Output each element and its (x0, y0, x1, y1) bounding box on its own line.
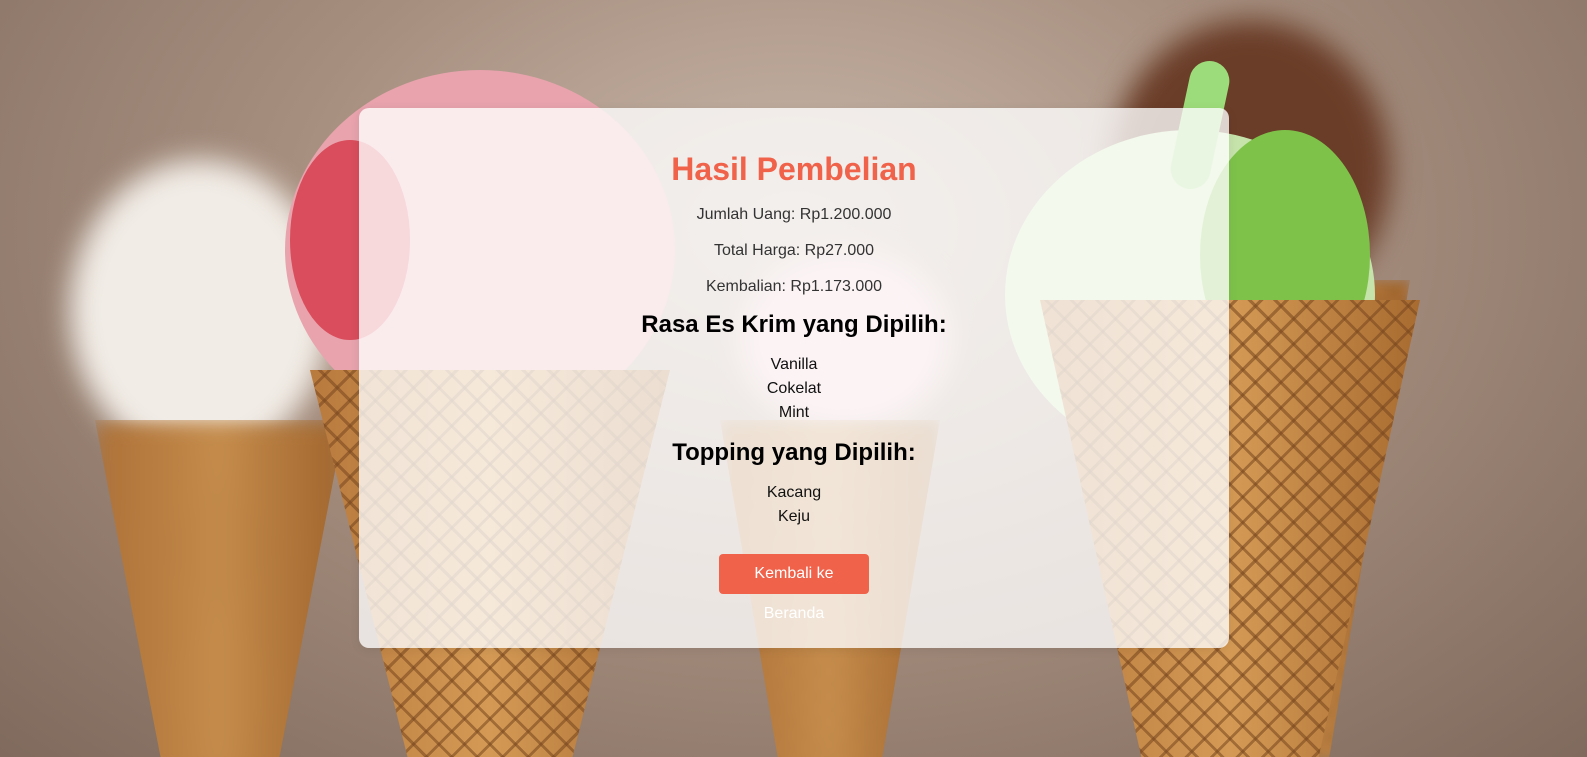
list-item: Kacang (766, 484, 822, 501)
list-item: Mint (778, 404, 810, 421)
flavors-heading: Rasa Es Krim yang Dipilih: (641, 311, 947, 338)
amount-text: Jumlah Uang: Rp1.200.000 (696, 206, 892, 223)
list-item: Cokelat (766, 380, 822, 397)
list-item: Vanilla (770, 356, 818, 373)
list-item: Keju (777, 508, 811, 525)
change-text: Kembalian: Rp1.173.000 (705, 278, 883, 295)
flavors-list: Vanilla Cokelat Mint (359, 353, 1229, 425)
total-price-text: Total Harga: Rp27.000 (713, 242, 875, 259)
page-title: Hasil Pembelian (671, 151, 917, 187)
back-to-home-button[interactable]: Kembali ke Beranda (719, 554, 869, 622)
toppings-heading: Topping yang Dipilih: (672, 439, 916, 466)
toppings-list: Kacang Keju (359, 481, 1229, 529)
purchase-result-card: Hasil Pembelian Jumlah Uang: Rp1.200.000… (359, 108, 1229, 648)
